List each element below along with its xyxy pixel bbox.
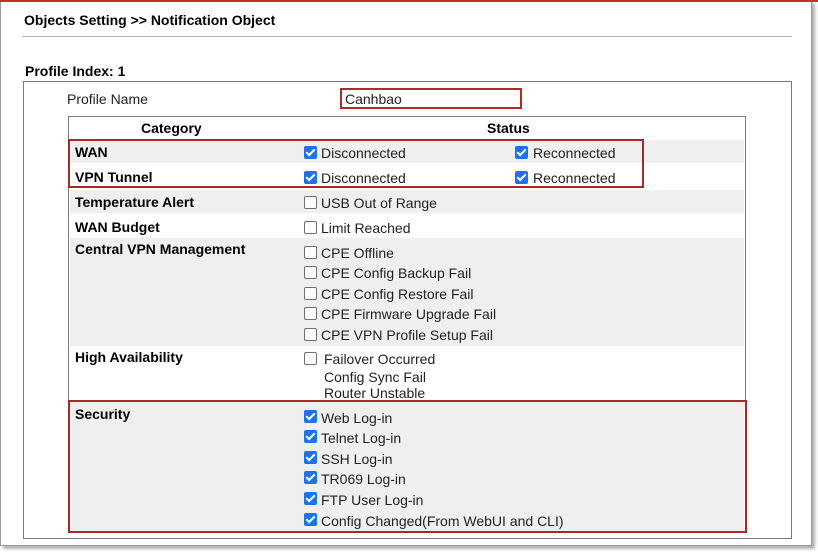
profile-name-input[interactable]	[340, 88, 522, 109]
security-highlight-box	[68, 400, 747, 533]
category-column-header: Category	[141, 120, 202, 136]
category-central-vpn-management: Central VPN Management	[75, 241, 246, 257]
router-unstable-label: Router Unstable	[324, 385, 426, 401]
cpe-firmware-upgrade-fail-checkbox[interactable]	[304, 307, 317, 320]
category-temperature-alert: Temperature Alert	[75, 194, 195, 210]
usb-out-of-range-label: USB Out of Range	[321, 195, 437, 211]
cpe-config-backup-fail-checkbox[interactable]	[304, 266, 317, 279]
cpe-offline-label: CPE Offline	[321, 245, 394, 261]
cpe-firmware-upgrade-fail-label: CPE Firmware Upgrade Fail	[321, 306, 497, 322]
title-divider	[22, 36, 792, 37]
page-title: Objects Setting >> Notification Object	[24, 12, 276, 28]
category-high-availability: High Availability	[75, 349, 183, 365]
usb-out-of-range-checkbox[interactable]	[304, 196, 317, 209]
cpe-config-backup-fail-label: CPE Config Backup Fail	[321, 265, 472, 281]
cpe-config-restore-fail-label: CPE Config Restore Fail	[321, 286, 474, 302]
config-sync-fail-label: Config Sync Fail	[324, 369, 426, 385]
profile-index-label: Profile Index: 1	[25, 63, 126, 79]
cpe-offline-checkbox[interactable]	[304, 246, 317, 259]
limit-reached-checkbox[interactable]	[304, 221, 317, 234]
profile-name-label: Profile Name	[67, 91, 148, 107]
limit-reached-label: Limit Reached	[321, 220, 411, 236]
failover-occurred-label: Failover Occurred	[324, 351, 436, 367]
wan-vpn-highlight-box	[68, 139, 644, 188]
category-wan-budget: WAN Budget	[75, 219, 160, 235]
cpe-vpn-profile-setup-fail-checkbox[interactable]	[304, 328, 317, 341]
status-column-header: Status	[487, 120, 530, 136]
top-accent-line	[0, 0, 818, 2]
cpe-vpn-profile-setup-fail-label: CPE VPN Profile Setup Fail	[321, 327, 493, 343]
cpe-config-restore-fail-checkbox[interactable]	[304, 287, 317, 300]
failover-occurred-checkbox[interactable]	[304, 352, 317, 365]
